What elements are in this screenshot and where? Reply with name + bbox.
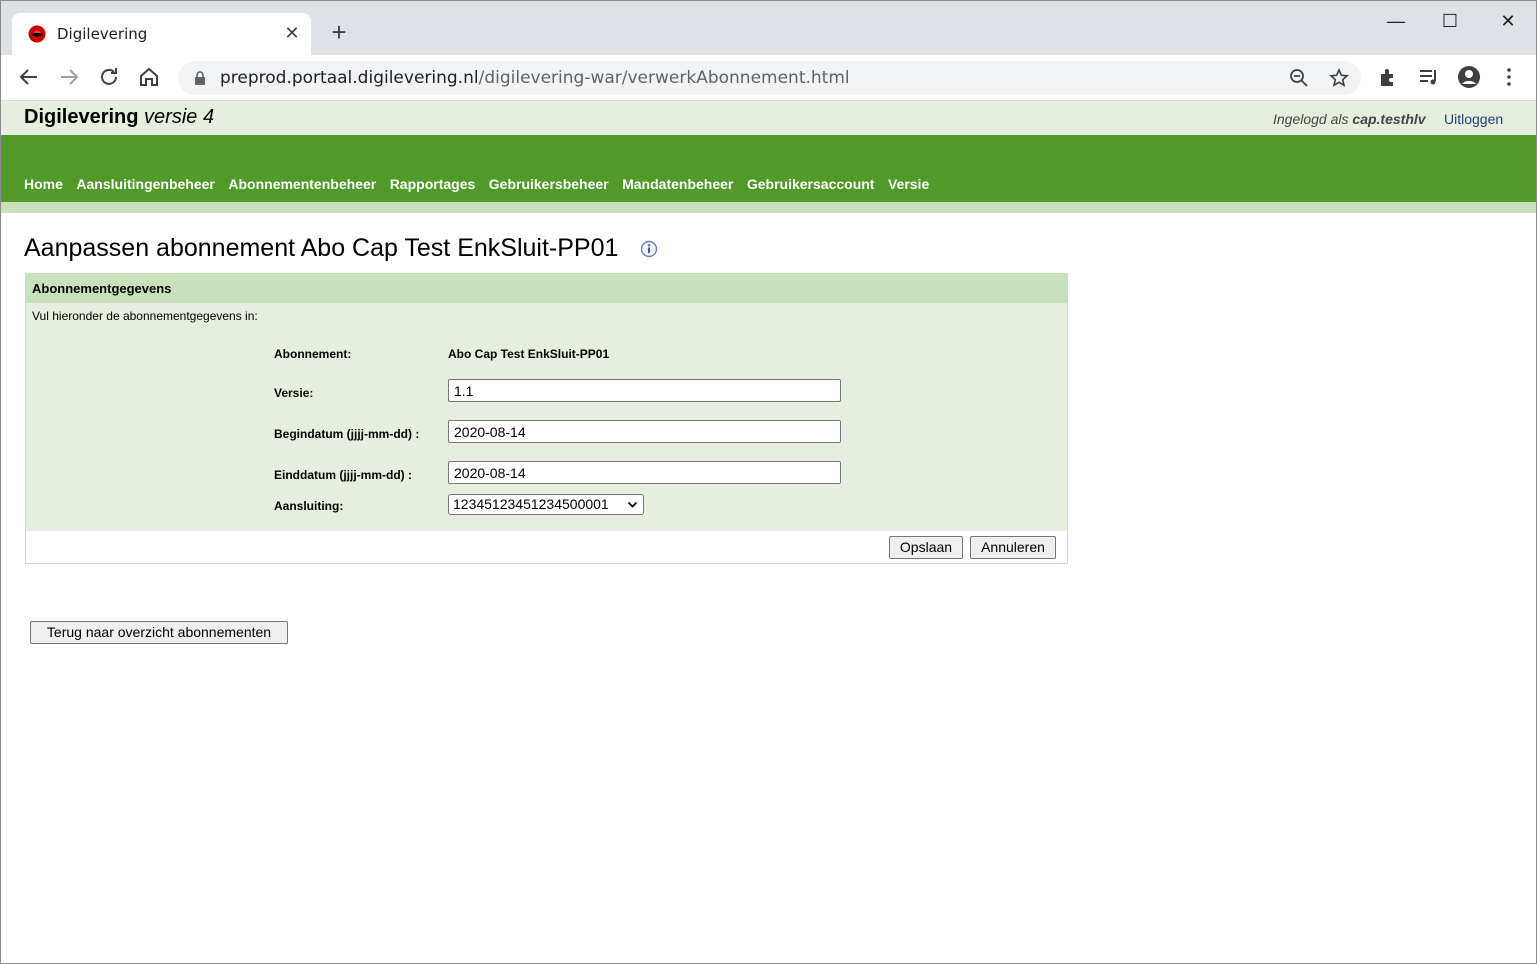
page-title: Aanpassen abonnement Abo Cap Test EnkSlu… xyxy=(24,234,619,262)
nav-rapportages[interactable]: Rapportages xyxy=(390,176,476,192)
nav-gebruikersbeheer[interactable]: Gebruikersbeheer xyxy=(489,176,609,192)
einddatum-input[interactable] xyxy=(448,461,841,484)
versie-input[interactable] xyxy=(448,379,841,402)
browser-window: Digilevering ✕ + — ☐ ✕ preprod.portaal.d… xyxy=(0,0,1537,964)
address-bar[interactable]: preprod.portaal.digilevering.nl/digileve… xyxy=(178,61,1361,95)
browser-tab[interactable]: Digilevering ✕ xyxy=(12,13,311,55)
back-arrow-icon[interactable] xyxy=(17,65,41,89)
login-username: cap.testhlv xyxy=(1352,111,1426,127)
extensions-puzzle-icon[interactable] xyxy=(1377,65,1401,89)
nav-abonnementenbeheer[interactable]: Abonnementenbeheer xyxy=(228,176,376,192)
zoom-out-icon[interactable] xyxy=(1289,68,1309,88)
back-to-overview-button[interactable]: Terug naar overzicht abonnementen xyxy=(30,621,288,644)
media-playlist-icon[interactable] xyxy=(1417,65,1441,89)
save-button[interactable]: Opslaan xyxy=(889,536,963,559)
einddatum-label: Einddatum (jjjj-mm-dd) : xyxy=(274,468,412,482)
new-tab-button[interactable]: + xyxy=(327,19,351,45)
brand-name: Digilevering xyxy=(24,106,139,128)
logout-link[interactable]: Uitloggen xyxy=(1444,111,1503,127)
nav-mandatenbeheer[interactable]: Mandatenbeheer xyxy=(622,176,733,192)
chevron-down-icon xyxy=(627,501,638,508)
reload-icon[interactable] xyxy=(97,65,121,89)
home-icon[interactable] xyxy=(137,65,161,89)
aansluiting-selected-value: 12345123451234500001 xyxy=(453,496,609,512)
login-info: Ingelogd als cap.testhlv xyxy=(1273,111,1426,127)
redhat-favicon-icon xyxy=(28,25,46,43)
abonnement-value: Abo Cap Test EnkSluit-PP01 xyxy=(448,347,610,361)
cancel-button[interactable]: Annuleren xyxy=(970,536,1056,559)
close-window-button[interactable]: ✕ xyxy=(1485,9,1531,33)
profile-avatar-icon[interactable] xyxy=(1457,65,1481,89)
nav-aansluitingenbeheer[interactable]: Aansluitingenbeheer xyxy=(76,176,214,192)
form-intro: Vul hieronder de abonnementgegevens in: xyxy=(32,309,258,323)
aansluiting-label: Aansluiting: xyxy=(274,499,344,513)
menu-kebab-icon[interactable] xyxy=(1497,65,1521,89)
nav-home[interactable]: Home xyxy=(24,176,63,192)
subnav-bar xyxy=(1,202,1536,213)
panel-title: Abonnementgegevens xyxy=(32,281,172,296)
nav-versie[interactable]: Versie xyxy=(888,176,929,192)
panel-body: Vul hieronder de abonnementgegevens in: … xyxy=(26,303,1067,531)
tab-close-icon[interactable]: ✕ xyxy=(284,23,300,43)
begindatum-input[interactable] xyxy=(448,420,841,443)
brand-title: Digilevering versie 4 xyxy=(24,106,214,129)
maximize-button[interactable]: ☐ xyxy=(1427,9,1473,33)
login-prefix: Ingelogd als xyxy=(1273,111,1349,127)
site-header: Digilevering versie 4 Ingelogd als cap.t… xyxy=(1,101,1536,135)
aansluiting-select[interactable]: 12345123451234500001 xyxy=(448,494,644,515)
begindatum-label: Begindatum (jjjj-mm-dd) : xyxy=(274,427,420,441)
minimize-button[interactable]: — xyxy=(1373,9,1419,33)
brand-version: versie 4 xyxy=(144,106,215,128)
panel-header: Abonnementgegevens xyxy=(26,274,1067,303)
subscription-form-panel: Abonnementgegevens Vul hieronder de abon… xyxy=(25,273,1068,564)
bookmark-star-icon[interactable] xyxy=(1329,68,1349,88)
lock-icon[interactable] xyxy=(194,70,206,86)
forward-arrow-icon[interactable] xyxy=(57,65,81,89)
browser-toolbar: preprod.portaal.digilevering.nl/digileve… xyxy=(1,55,1536,101)
nav-gebruikersaccount[interactable]: Gebruikersaccount xyxy=(747,176,875,192)
tab-title: Digilevering xyxy=(57,25,148,43)
info-icon[interactable] xyxy=(640,240,658,258)
main-nav: Home Aansluitingenbeheer Abonnementenbeh… xyxy=(1,135,1536,202)
tab-strip: Digilevering ✕ + — ☐ ✕ xyxy=(1,1,1536,55)
url-text[interactable]: preprod.portaal.digilevering.nl/digileve… xyxy=(220,68,850,88)
abonnement-label: Abonnement: xyxy=(274,347,352,361)
versie-label: Versie: xyxy=(274,386,314,400)
